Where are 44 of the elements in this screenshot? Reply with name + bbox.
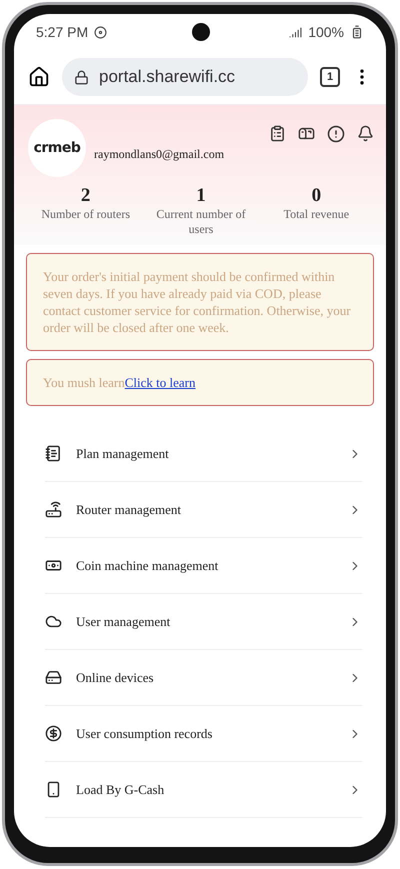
menu-item[interactable]: Router management [45, 482, 362, 538]
stat-value: 2 [80, 185, 90, 207]
menu-item[interactable]: Load By G-Cash [45, 762, 362, 818]
signal-icon [289, 26, 302, 38]
camera-icon [192, 23, 210, 41]
menu-item[interactable]: User consumption records [45, 706, 362, 762]
logo: crmeb [28, 119, 86, 177]
lock-icon [74, 70, 89, 84]
clipboard-icon[interactable] [269, 125, 286, 142]
menu-item[interactable]: Online devices [45, 650, 362, 706]
phone-icon [45, 781, 62, 798]
battery-icon [350, 25, 364, 39]
user-email: raymondlans0@gmail.com [94, 146, 224, 162]
status-time: 5:27 PM [36, 24, 88, 40]
drive-icon [45, 669, 62, 686]
stat-value: 1 [196, 185, 206, 207]
home-icon[interactable] [28, 66, 50, 88]
menu-item[interactable]: Plan management [45, 426, 362, 482]
menu-label: Router management [76, 502, 182, 518]
menu-label: User consumption records [76, 726, 212, 742]
notebook-icon [45, 445, 62, 462]
alert-icon[interactable] [327, 125, 345, 143]
menu-label: Online devices [76, 670, 154, 686]
menu-label: Coin machine management [76, 558, 218, 574]
coin-icon [45, 725, 62, 742]
menu-item[interactable]: User management [45, 594, 362, 650]
url-text: portal.sharewifi.cc [99, 67, 236, 87]
learn-link[interactable]: Click to learn [124, 375, 196, 390]
stat-value: 0 [312, 185, 322, 207]
stat-label: Number of routers [41, 207, 130, 222]
bell-icon[interactable] [357, 125, 374, 142]
cloud-icon [45, 613, 62, 630]
notice-text: You mush learn [43, 375, 125, 390]
address-bar[interactable]: portal.sharewifi.cc [62, 58, 308, 96]
notice-text: Your order's initial payment should be confirmed within seven days. If you have already paid via COD, please contact customer service for confirmation. Otherwise, your order will be closed after one week. [43, 269, 351, 335]
menu-label: Load By G-Cash [76, 782, 164, 798]
menu-label: User management [76, 614, 170, 630]
battery-level: 100% [308, 24, 344, 40]
tab-count-button[interactable]: 1 [320, 67, 340, 87]
menu-label: Plan management [76, 446, 169, 462]
router-icon [45, 501, 62, 518]
stat-label: Total revenue [284, 207, 350, 222]
stat-label: Current number of users [155, 207, 247, 237]
menu-item[interactable]: Coin machine management [45, 538, 362, 594]
